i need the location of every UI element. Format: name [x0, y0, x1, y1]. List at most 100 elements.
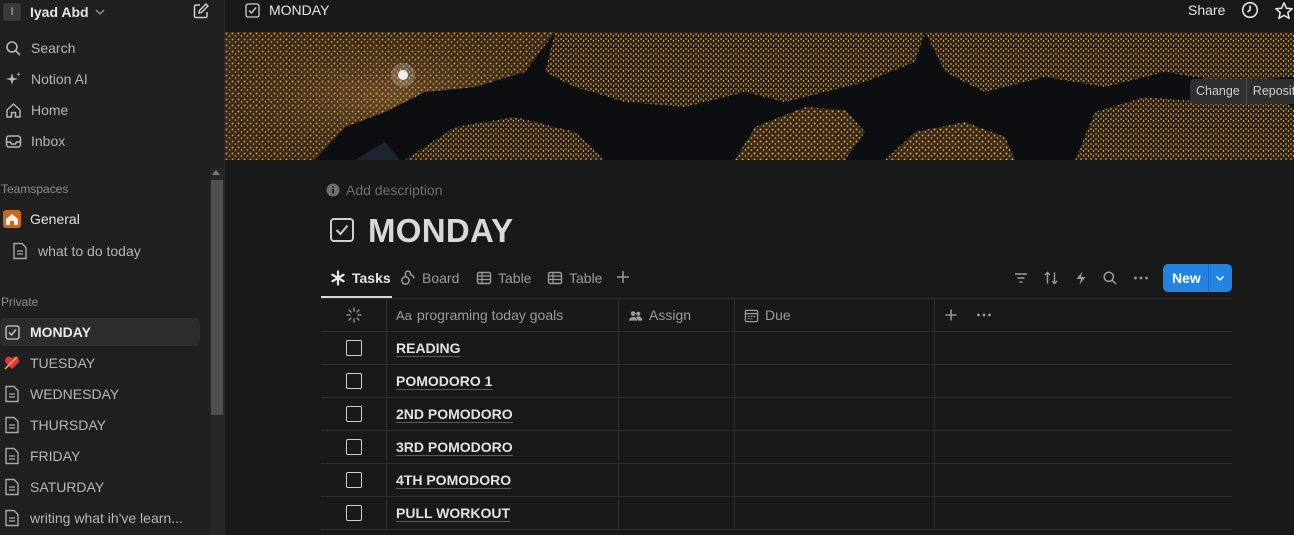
task-checkbox[interactable]	[345, 340, 362, 356]
add-description-label: Add description	[346, 182, 443, 198]
due-cell[interactable]	[735, 497, 935, 529]
tab-tasks[interactable]: Tasks	[330, 270, 391, 286]
new-button-label: New	[1172, 270, 1201, 286]
sidebar-scrollbar-thumb[interactable]	[211, 180, 223, 415]
reposition-button[interactable]: Reposition	[1245, 79, 1294, 104]
scroll-up-arrow-icon[interactable]	[212, 170, 220, 175]
table-row[interactable]: PULL WORKOUT	[321, 497, 1232, 530]
add-view-icon[interactable]	[615, 269, 631, 285]
assign-cell[interactable]	[619, 497, 735, 529]
nav-search[interactable]: Search	[0, 34, 210, 62]
table-row[interactable]: POMODORO 1	[321, 365, 1232, 398]
sidebar-item-friday[interactable]: FRIDAY	[0, 442, 200, 470]
assign-cell[interactable]	[619, 398, 735, 430]
add-property-icon[interactable]	[944, 308, 958, 322]
workspace-avatar: I	[3, 3, 21, 21]
due-cell[interactable]	[735, 332, 935, 364]
task-name[interactable]: 2ND POMODORO	[396, 406, 513, 422]
assign-cell[interactable]	[619, 365, 735, 397]
task-checkbox[interactable]	[345, 373, 362, 389]
tab-table[interactable]: Table	[476, 270, 531, 286]
name-cell[interactable]: 4TH POMODORO	[387, 464, 619, 496]
clock-icon[interactable]	[1241, 1, 1259, 19]
checkbox-icon[interactable]	[329, 217, 355, 243]
header-cell-assign[interactable]: Assign	[619, 299, 735, 331]
sidebar-item-general[interactable]: General	[0, 205, 200, 233]
task-checkbox[interactable]	[345, 472, 362, 488]
name-cell[interactable]: 3RD POMODORO	[387, 431, 619, 463]
task-name[interactable]: POMODORO 1	[396, 373, 492, 389]
sidebar-item-thursday[interactable]: THURSDAY	[0, 411, 200, 439]
table-row[interactable]: 3RD POMODORO	[321, 431, 1232, 464]
task-name[interactable]: READING	[396, 340, 461, 356]
sidebar-item-label: MONDAY	[30, 324, 91, 340]
due-cell[interactable]	[735, 464, 935, 496]
change-cover-button[interactable]: Change cover	[1190, 79, 1246, 104]
task-name[interactable]: 4TH POMODORO	[396, 472, 511, 488]
table-row[interactable]: READING	[321, 332, 1232, 365]
tab-board[interactable]: Board	[400, 270, 459, 286]
sidebar-item-what-to-do-today[interactable]: what to do today	[8, 237, 208, 265]
nav-home[interactable]: Home	[0, 96, 210, 124]
checkbox-cell	[321, 497, 387, 529]
page-icon	[3, 416, 21, 434]
sidebar-item-saturday[interactable]: SATURDAY	[0, 473, 200, 501]
more-options-icon[interactable]	[1133, 270, 1149, 286]
more-options-icon[interactable]	[976, 307, 992, 323]
teamspaces-heading: Teamspaces	[1, 182, 69, 196]
empty-cell	[935, 431, 1232, 463]
due-cell[interactable]	[735, 365, 935, 397]
tab-label: Tasks	[352, 270, 391, 286]
sort-icon[interactable]	[1043, 270, 1059, 286]
name-cell[interactable]: 2ND POMODORO	[387, 398, 619, 430]
table-row[interactable]: 2ND POMODORO	[321, 398, 1232, 431]
checkbox-icon	[3, 323, 21, 341]
add-description-button[interactable]: Add description	[326, 182, 443, 198]
sidebar-item-writing[interactable]: writing what ih've learn...	[0, 504, 200, 532]
name-cell[interactable]: READING	[387, 332, 619, 364]
nav-notion-ai[interactable]: Notion AI	[0, 65, 210, 93]
star-icon[interactable]	[1274, 1, 1294, 21]
sidebar-item-tuesday[interactable]: TUESDAY	[0, 349, 200, 377]
new-button[interactable]: New	[1163, 264, 1232, 292]
breadcrumb[interactable]: MONDAY	[269, 2, 329, 18]
task-checkbox[interactable]	[345, 505, 362, 521]
heart-emoji-icon	[3, 354, 21, 372]
filter-icon[interactable]	[1013, 270, 1029, 286]
nav-inbox[interactable]: Inbox	[0, 127, 210, 155]
header-cell-due[interactable]: Due	[735, 299, 935, 331]
tab-table-2[interactable]: Table	[547, 270, 602, 286]
sidebar-item-label: THURSDAY	[30, 417, 106, 433]
name-cell[interactable]: PULL WORKOUT	[387, 497, 619, 529]
due-cell[interactable]	[735, 431, 935, 463]
name-cell[interactable]: POMODORO 1	[387, 365, 619, 397]
task-checkbox[interactable]	[345, 406, 362, 422]
checkbox-cell	[321, 398, 387, 430]
assign-cell[interactable]	[619, 332, 735, 364]
cover-image[interactable]: Change cover Reposition	[225, 32, 1294, 160]
header-cell-status[interactable]	[321, 299, 387, 331]
tab-label: Board	[422, 270, 460, 286]
sidebar-item-label: WEDNESDAY	[30, 386, 120, 402]
house-emoji-icon	[3, 210, 21, 228]
sidebar-item-wednesday[interactable]: WEDNESDAY	[0, 380, 200, 408]
search-icon[interactable]	[1102, 270, 1118, 286]
task-name[interactable]: PULL WORKOUT	[396, 505, 510, 521]
page-title[interactable]: MONDAY	[368, 212, 513, 250]
new-page-icon[interactable]	[192, 2, 210, 20]
new-dropdown-button[interactable]	[1209, 273, 1231, 283]
assign-cell[interactable]	[619, 431, 735, 463]
inbox-icon	[3, 131, 23, 151]
table-row[interactable]: 4TH POMODORO	[321, 464, 1232, 497]
task-checkbox[interactable]	[345, 439, 362, 455]
share-button[interactable]: Share	[1188, 2, 1225, 18]
sidebar-item-monday[interactable]: MONDAY	[0, 318, 200, 346]
header-cell-name[interactable]: Aa programing today goals	[387, 299, 619, 331]
assign-cell[interactable]	[619, 464, 735, 496]
due-cell[interactable]	[735, 398, 935, 430]
automation-bolt-icon[interactable]	[1073, 270, 1089, 286]
city-lights-cover	[225, 32, 1294, 160]
task-name[interactable]: 3RD POMODORO	[396, 439, 513, 455]
page-icon	[3, 509, 21, 527]
column-header-label: Assign	[649, 307, 692, 323]
